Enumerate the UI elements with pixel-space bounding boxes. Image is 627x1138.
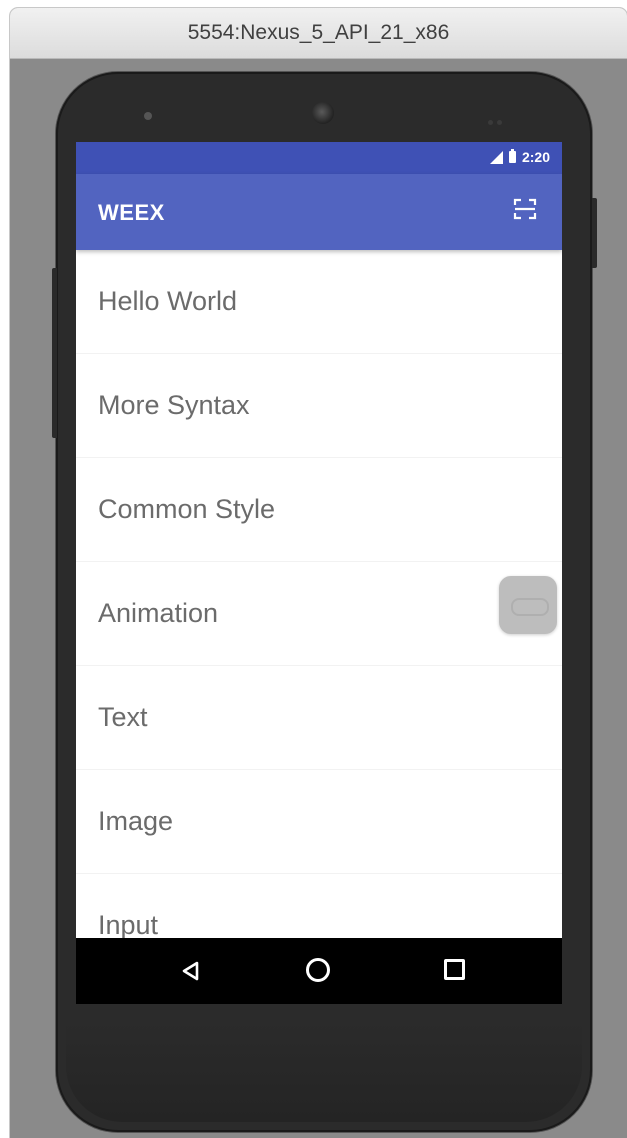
power-button[interactable] [592,198,597,268]
volume-button[interactable] [52,268,57,438]
list-item-more-syntax[interactable]: More Syntax [76,354,562,458]
list-item-label: Image [98,806,174,836]
home-icon[interactable] [306,958,330,982]
emulator-window: 5554:Nexus_5_API_21_x86 2:20 WEEX Hello … [10,8,627,1138]
back-icon[interactable] [180,960,202,982]
list-item-label: Input [98,910,159,940]
front-camera-icon [312,102,334,124]
navigation-bar [76,938,562,1004]
battery-icon [508,149,516,163]
recent-apps-icon[interactable] [444,959,465,980]
device-screen: 2:20 WEEX Hello World More Syntax Common… [76,142,562,1004]
phone-chin [66,1022,582,1122]
list-item-animation[interactable]: Animation [76,562,562,666]
assistive-touch-icon[interactable] [499,576,557,634]
list-item-label: Hello World [98,286,238,316]
scan-icon[interactable] [512,196,538,222]
demo-list: Hello World More Syntax Common Style Ani… [76,250,562,978]
list-item-common-style[interactable]: Common Style [76,458,562,562]
list-item-label: Text [98,702,148,732]
list-item-hello-world[interactable]: Hello World [76,250,562,354]
app-title: WEEX [98,200,165,225]
list-item-text[interactable]: Text [76,666,562,770]
app-bar: WEEX [76,174,562,250]
window-titlebar[interactable]: 5554:Nexus_5_API_21_x86 [10,8,627,59]
status-time: 2:20 [521,149,550,165]
signal-icon [489,150,503,164]
list-item-label: Common Style [98,494,276,524]
earpiece-dot [144,112,152,120]
list-item-label: More Syntax [98,390,250,420]
sensor-dots [488,112,512,125]
status-bar: 2:20 [76,142,562,174]
list-item-label: Animation [98,598,219,628]
list-item-image[interactable]: Image [76,770,562,874]
window-title: 5554:Nexus_5_API_21_x86 [187,21,450,44]
